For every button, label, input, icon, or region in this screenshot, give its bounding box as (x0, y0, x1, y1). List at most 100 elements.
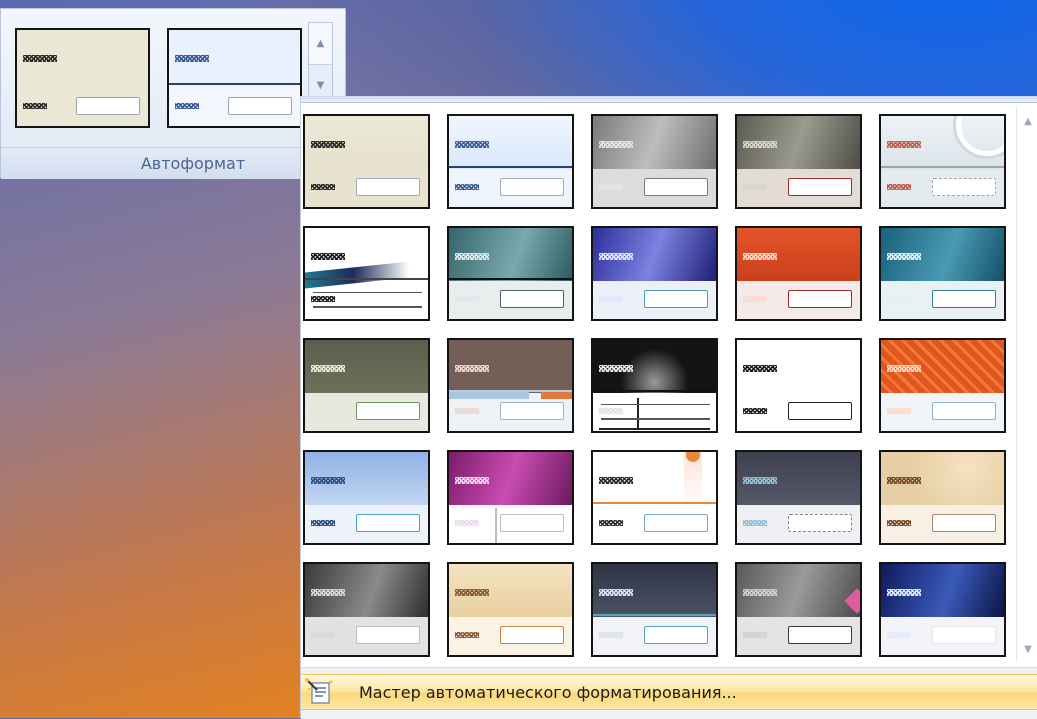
thumb-field-placeholder (644, 290, 708, 308)
autoformat-style-thumb-25[interactable] (879, 562, 1006, 657)
thumb-underline (313, 306, 422, 308)
thumb-label-placeholder (599, 520, 623, 526)
autoformat-style-thumb-17[interactable] (447, 450, 574, 545)
gallery-scroll-up-button[interactable]: ▲ (1017, 116, 1037, 127)
thumb-divider-line (593, 390, 716, 393)
autoformat-style-thumb-20[interactable] (879, 450, 1006, 545)
thumb-label-placeholder (599, 632, 623, 638)
thumb-title-placeholder (887, 253, 921, 260)
autoformat-style-thumb-16[interactable] (303, 450, 430, 545)
thumb-bar-decoration (449, 392, 529, 399)
thumb-label-placeholder (599, 408, 623, 414)
thumb-field-placeholder (932, 626, 996, 644)
thumb-label-placeholder (311, 408, 335, 414)
thumb-title-placeholder (455, 253, 489, 260)
thumb-field-placeholder (500, 514, 564, 532)
thumb-label-placeholder (23, 103, 47, 109)
thumb-field-placeholder (500, 626, 564, 644)
gallery-top-border (301, 96, 1037, 103)
thumb-underline (601, 418, 710, 420)
thumb-field-placeholder (644, 626, 708, 644)
thumb-label-placeholder (311, 296, 335, 302)
thumb-title-placeholder (887, 477, 921, 484)
autoformat-style-thumb-3[interactable] (591, 114, 718, 209)
thumb-title-placeholder (887, 365, 921, 372)
gallery-scroll-down-button[interactable]: ▼ (1017, 644, 1037, 655)
thumb-title-placeholder (599, 365, 633, 372)
autoformat-style-thumb-24[interactable] (735, 562, 862, 657)
thumb-title-placeholder (599, 253, 633, 260)
thumb-label-placeholder (455, 520, 479, 526)
ribbon-gallery-scrollbar[interactable]: ▲ ▼ (308, 22, 333, 106)
thumb-title-placeholder (311, 365, 345, 372)
thumb-label-placeholder (887, 520, 911, 526)
thumb-field-placeholder (356, 402, 420, 420)
thumb-title-placeholder (311, 141, 345, 148)
autoformat-style-thumb-15[interactable] (879, 338, 1006, 433)
thumb-label-placeholder (599, 296, 623, 302)
autoformat-style-thumb-10[interactable] (879, 226, 1006, 321)
thumb-divider-line (305, 278, 428, 281)
thumb-divider-line (449, 166, 572, 169)
thumb-title-placeholder (887, 141, 921, 148)
autoformat-style-thumb-22[interactable] (447, 562, 574, 657)
autoformat-style-thumb-4[interactable] (735, 114, 862, 209)
thumb-label-placeholder (887, 408, 911, 414)
autoformat-style-thumb-2[interactable] (447, 114, 574, 209)
thumb-divider-line (593, 502, 716, 505)
thumb-label-placeholder (887, 184, 911, 190)
autoformat-ribbon-group: ▲ ▼ Автоформат (0, 8, 346, 179)
autoformat-style-thumb-14[interactable] (735, 338, 862, 433)
autoformat-wizard-menu-item[interactable]: Мастер автоматического форматирования... (301, 674, 1037, 710)
autoformat-style-thumb-9[interactable] (735, 226, 862, 321)
thumb-label-placeholder (311, 632, 335, 638)
autoformat-style-thumb-19[interactable] (735, 450, 862, 545)
thumb-field-placeholder (932, 402, 996, 420)
thumb-label-placeholder (175, 103, 199, 109)
autoformat-style-thumb-1[interactable] (303, 114, 430, 209)
thumb-title-placeholder (887, 589, 921, 596)
thumb-label-placeholder (311, 520, 335, 526)
thumb-label-placeholder (455, 184, 479, 190)
thumb-title-placeholder (743, 589, 777, 596)
ribbon-style-thumb-1[interactable] (15, 28, 150, 128)
autoformat-style-thumb-12[interactable] (447, 338, 574, 433)
thumb-title-placeholder (743, 365, 777, 372)
thumb-field-placeholder (932, 178, 996, 196)
thumb-divider-line (881, 166, 1004, 169)
ribbon-group-label: Автоформат (1, 147, 345, 179)
thumb-label-placeholder (743, 184, 767, 190)
autoformat-style-thumb-23[interactable] (591, 562, 718, 657)
autoformat-style-thumb-21[interactable] (303, 562, 430, 657)
thumb-split-line (495, 508, 497, 543)
thumb-label-placeholder (311, 184, 335, 190)
thumb-grid-line (599, 428, 710, 430)
autoformat-style-thumb-13[interactable] (591, 338, 718, 433)
ribbon-scroll-up-button[interactable]: ▲ (309, 23, 332, 64)
autoformat-style-thumb-11[interactable] (303, 338, 430, 433)
thumb-label-placeholder (743, 632, 767, 638)
thumb-field-placeholder (932, 514, 996, 532)
gallery-scrollbar[interactable]: ▲ ▼ (1016, 106, 1037, 662)
autoformat-style-thumb-18[interactable] (591, 450, 718, 545)
thumb-title-placeholder (455, 477, 489, 484)
thumb-field-placeholder (932, 290, 996, 308)
ribbon-style-thumb-2[interactable] (167, 28, 302, 128)
thumb-title-placeholder (743, 253, 777, 260)
thumb-label-placeholder (455, 296, 479, 302)
thumb-field-placeholder (788, 514, 852, 532)
thumb-underline (313, 291, 422, 294)
autoformat-style-thumb-5[interactable] (879, 114, 1006, 209)
thumb-title-placeholder (311, 253, 345, 260)
thumb-field-placeholder (644, 514, 708, 532)
thumb-field-placeholder (644, 178, 708, 196)
thumb-divider-line (169, 82, 300, 85)
thumb-field-placeholder (76, 97, 140, 115)
autoformat-style-thumb-7[interactable] (447, 226, 574, 321)
autoformat-style-thumb-6[interactable] (303, 226, 430, 321)
thumb-title-placeholder (175, 55, 209, 62)
autoformat-style-thumb-8[interactable] (591, 226, 718, 321)
thumb-title-placeholder (599, 141, 633, 148)
thumb-label-placeholder (455, 408, 479, 414)
thumb-field-placeholder (228, 97, 292, 115)
